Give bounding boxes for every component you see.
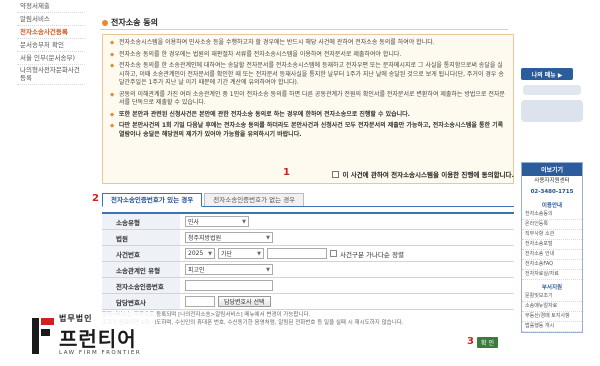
sidebar-item-submit-agreement[interactable]: 약정서제출 [17, 0, 85, 13]
sidebar-item-alert-service[interactable]: 알림서비스 [17, 13, 85, 26]
lawyer-input[interactable] [185, 296, 215, 307]
form-row-case-number: 사건번호 2025 ▼ 가단 ▼ 사건구분 가나다순 정렬 [102, 246, 514, 262]
lawyer-cell: 담당변호사 선택 [180, 294, 514, 309]
right-sidebar: 나의 메뉴 ▶ 이보기기 사용자지원센터 02-3480-1715 이용안내 전… [521, 0, 584, 366]
relation-select[interactable]: 피고인 ▼ [185, 264, 273, 275]
case-type-value: 민사 [188, 219, 200, 226]
right-link[interactable]: 소송매뉴얼자료 [522, 302, 582, 312]
footnote: 알림서비스는 자동으로 등록되며 [나의전자소송>알림서비스] 메뉴에서 변경이… [102, 312, 311, 318]
notice-item: 전자소송 동의를 한 소송관계인에 대하여는 송달할 전자문서를 전자소송시스템… [109, 62, 507, 88]
case-number-input[interactable] [267, 248, 327, 259]
page-frame: 약정서제출 알림서비스 전자소송사건등록 문서송부처 확인 서울 인부(문서송부… [0, 0, 600, 366]
case-type-label: 소송유형 [102, 214, 180, 229]
tab-with-auth-number[interactable]: 전자소송인증번호가 있는 경우 [102, 193, 203, 207]
support-card: 이보기기 사용자지원센터 02-3480-1715 이용안내 전자소송동의 온라… [521, 162, 583, 333]
notice-item: 전자소송 동의를 한 경우에는 법원의 재판절차 서류를 전자소송시스템을 이용… [109, 51, 507, 60]
right-link[interactable]: 전자소송동의 [522, 210, 582, 220]
law-firm-logo: 법무법인 프런티어 LAW FIRM FRONTIER [30, 312, 155, 364]
right-link[interactable]: 법률행동 개시 [522, 322, 582, 332]
lawyer-label: 담당변호사 [102, 294, 180, 309]
sidebar-item-document-destination[interactable]: 문서송부처 확인 [17, 39, 85, 52]
footnote: 조회가 완료되면 1회 시도하며, 수신인의 휴대폰 번호, 수신동기한 음영처… [102, 319, 404, 326]
court-label: 법원 [102, 230, 180, 245]
right-link[interactable]: 온라인등록 [522, 220, 582, 230]
chevron-down-icon: ▼ [242, 218, 246, 225]
support-card-title: 이보기기 [522, 163, 582, 176]
blurred-area [521, 100, 583, 122]
page-title: 전자소송 동의 [102, 17, 158, 28]
blurred-area [523, 85, 581, 95]
notice-box: 전자소송시스템을 이용하여 민사소송 등을 수행하고자 할 경우에는 반드시 해… [102, 34, 514, 184]
chevron-down-icon: ▼ [266, 234, 270, 241]
dept-support-heading: 부서지원 [541, 285, 563, 291]
relation-label: 소송관계인 유형 [102, 262, 180, 277]
case-number-cell: 2025 ▼ 가단 ▼ 사건구분 가나다순 정렬 [180, 246, 514, 261]
right-link[interactable]: 전자소송FAQ [522, 260, 582, 270]
chevron-down-icon: ▼ [266, 266, 270, 273]
ok-button[interactable]: 확 인 [477, 337, 498, 348]
auth-number-label: 전자소송인증번호 [102, 278, 180, 293]
year-select[interactable]: 2025 ▼ [185, 248, 215, 259]
tab-without-auth-number[interactable]: 전자소송인증번호가 없는 경우 [204, 193, 305, 206]
bullet-icon [102, 19, 108, 26]
notice-item: 전자소송시스템을 이용하여 민사소송 등을 수행하고자 할 경우에는 반드시 해… [109, 39, 507, 48]
right-link[interactable]: 전자소송포털 [522, 240, 582, 250]
tab-bar: 전자소송인증번호가 있는 경우 전자소송인증번호가 없는 경우 [102, 193, 514, 207]
notice-item: 또한 본안과 관련된 신청사건은 본안에 관한 전자소송 동의로 하는 경우에 … [109, 111, 507, 120]
my-menu-button[interactable]: 나의 메뉴 ▶ [521, 68, 573, 80]
case-kind-value: 가단 [221, 251, 233, 258]
case-kind-select[interactable]: 가단 ▼ [218, 248, 264, 259]
agree-label: 이 사건에 관하여 전자소송시스템을 이용한 진행에 동의합니다. [342, 171, 514, 179]
relation-value: 피고인 [188, 267, 205, 274]
notice-item: 공동의 이해관계를 가진 여러 소송관계인 중 1인이 전자소송 동의를 하면 … [109, 91, 507, 108]
footnotes: 알림서비스는 자동으로 등록되며 [나의전자소송>알림서비스] 메뉴에서 변경이… [102, 312, 514, 327]
case-type-cell: 민사 ▼ [180, 214, 514, 229]
sort-label: 사건구분 가나다순 정렬 [340, 250, 404, 259]
sort-checkbox[interactable] [330, 250, 337, 257]
case-number-label: 사건번호 [102, 246, 180, 261]
auth-number-input[interactable] [185, 280, 273, 291]
agree-row: 이 사건에 관하여 전자소송시스템을 이용한 진행에 동의합니다. [102, 168, 514, 180]
support-center-label: 사용자지원센터 [534, 178, 570, 184]
relation-cell: 피고인 ▼ [180, 262, 514, 277]
notice-item: 다만 본안사건의 1회 기일 다음날 후에는 전자소송 동의를 하더라도 본안사… [109, 122, 507, 139]
auth-number-cell [180, 278, 514, 293]
sidebar-item-case-registration[interactable]: 전자소송사건등록 [17, 26, 85, 39]
right-link[interactable]: 문활및보조기 [522, 292, 582, 302]
right-link[interactable]: 부동산/경매 토지사항 [522, 312, 582, 322]
court-select[interactable]: 청주지방법원 ▼ [185, 232, 273, 243]
main-content: 전자소송 동의 전자소송시스템을 이용하여 민사소송 등을 수행하고자 할 경우… [94, 0, 514, 366]
sidebar-item-seoul-guide[interactable]: 서울 인부(문서송부) [17, 52, 85, 65]
sidebar-item-criminal-case[interactable]: 나의형사전자문화사건등록 [17, 65, 85, 85]
step-marker-2: 2 [92, 193, 99, 204]
support-phone: 02-3480-1715 [530, 189, 574, 195]
court-cell: 청주지방법원 ▼ [180, 230, 514, 245]
step-marker-3: 3 [467, 336, 474, 347]
right-link[interactable]: 전자소송 안내 [522, 250, 582, 260]
form-row-lawyer: 담당변호사 담당변호사 선택 [102, 294, 514, 310]
agree-checkbox[interactable] [332, 170, 340, 178]
form-row-court: 법원 청주지방법원 ▼ [102, 230, 514, 246]
right-link[interactable]: 전자자료실/자료 [522, 270, 582, 280]
case-type-select[interactable]: 민사 ▼ [185, 216, 249, 227]
select-lawyer-button[interactable]: 담당변호사 선택 [218, 296, 271, 307]
logo-mark-icon [32, 318, 54, 354]
page-title-text: 전자소송 동의 [111, 18, 158, 27]
title-divider [100, 29, 508, 30]
chevron-down-icon: ▼ [257, 250, 261, 257]
logo-title: 프런티어 [59, 327, 137, 351]
form-row-case-type: 소송유형 민사 ▼ [102, 214, 514, 230]
form-row-relation: 소송관계인 유형 피고인 ▼ [102, 262, 514, 278]
usage-guide-heading: 이용안내 [541, 203, 563, 209]
logo-english: LAW FIRM FRONTIER [59, 350, 142, 356]
court-value: 청주지방법원 [188, 235, 222, 242]
year-value: 2025 [188, 250, 204, 257]
chevron-down-icon: ▼ [208, 250, 212, 257]
step-marker-1: 1 [283, 167, 290, 178]
left-sidebar: 약정서제출 알림서비스 전자소송사건등록 문서송부처 확인 서울 인부(문서송부… [17, 0, 85, 200]
right-link[interactable]: 직무사항 소관 [522, 230, 582, 240]
case-form: 소송유형 민사 ▼ 법원 청주지방법원 ▼ 사건번호 2025 ▼ 가단 ▼ 사… [102, 212, 514, 310]
form-row-auth-number: 전자소송인증번호 [102, 278, 514, 294]
